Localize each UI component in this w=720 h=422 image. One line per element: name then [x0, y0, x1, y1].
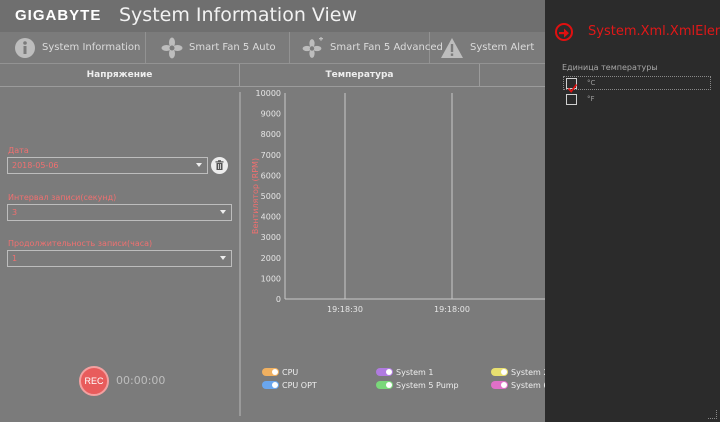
- legend-item-cpu-opt[interactable]: CPU OPT: [262, 380, 317, 390]
- fan-speed-chart: 1000090008000700060005000400030002000100…: [251, 89, 545, 314]
- date-value: 2018-05-06: [12, 161, 59, 170]
- info-icon: [15, 37, 35, 58]
- fahrenheit-label: °F: [587, 95, 595, 103]
- warning-icon: [441, 37, 463, 58]
- y-axis-label: Вентилятор (RPM): [251, 158, 260, 234]
- interval-label: Интервал записи(секунд): [8, 193, 117, 202]
- chevron-down-icon: [220, 210, 226, 214]
- y-tick-label: 2000: [261, 254, 281, 263]
- toggle-switch: [376, 368, 393, 376]
- x-tick-label: 19:18:00: [434, 305, 470, 314]
- toggle-switch: [491, 368, 508, 376]
- y-tick-label: 8000: [261, 130, 281, 139]
- delete-button[interactable]: [211, 157, 228, 174]
- y-tick-label: 6000: [261, 171, 281, 180]
- y-tick-label: 5000: [261, 192, 281, 201]
- duration-label: Продолжительность записи(часа): [8, 239, 153, 248]
- record-timer: 00:00:00: [116, 374, 166, 387]
- tab-fan[interactable]: [480, 64, 545, 86]
- system-alert-label: System Alert: [470, 42, 535, 53]
- x-tick-label: 19:18:30: [327, 305, 363, 314]
- y-tick-label: 7000: [261, 151, 281, 160]
- legend-item-cpu[interactable]: CPU: [262, 367, 298, 377]
- legend-item-system-1[interactable]: System 1: [376, 367, 433, 377]
- toggle-switch: [376, 381, 393, 389]
- celsius-label: °C: [587, 79, 596, 87]
- legend-item-system-5-pump[interactable]: System 5 Pump: [376, 380, 459, 390]
- arrow-right-icon: [559, 28, 569, 38]
- interval-select[interactable]: 3: [7, 204, 232, 221]
- date-label: Дата: [8, 146, 29, 155]
- tab-temperature[interactable]: Температура: [240, 64, 480, 86]
- chevron-down-icon: [196, 163, 202, 167]
- chevron-down-icon: [220, 256, 226, 260]
- celsius-checkbox[interactable]: [566, 78, 578, 93]
- system-alert-button[interactable]: System Alert: [430, 32, 545, 63]
- legend-label: System 2: [511, 367, 549, 377]
- toggle-switch: [262, 368, 279, 376]
- settings-panel: System.Xml.XmlElement Единица температур…: [545, 0, 720, 422]
- legend-label: CPU: [282, 367, 299, 377]
- interval-value: 3: [12, 208, 18, 217]
- smart-fan-auto-label: Smart Fan 5 Auto: [189, 42, 276, 53]
- smart-fan-advanced-button[interactable]: Smart Fan 5 Advanced: [290, 32, 443, 63]
- trash-icon: [215, 160, 224, 170]
- gigabyte-logo: GIGABYTE: [15, 7, 102, 24]
- panel-divider: [239, 92, 241, 416]
- legend-label: CPU OPT: [282, 380, 317, 390]
- y-tick-label: 9000: [261, 110, 281, 119]
- toggle-switch: [262, 381, 279, 389]
- y-tick-label: 1000: [261, 274, 281, 283]
- y-tick-label: 3000: [261, 233, 281, 242]
- system-information-button[interactable]: System Information: [0, 32, 146, 63]
- app-title: System Information View: [119, 4, 358, 26]
- panel-title: System.Xml.XmlElement: [588, 24, 720, 39]
- fan-advanced-icon: [302, 36, 323, 58]
- fan-icon: [161, 37, 183, 58]
- tab-divider: [0, 86, 545, 87]
- fahrenheit-checkbox[interactable]: [566, 94, 577, 105]
- legend-label: System 5 Pump: [396, 380, 459, 390]
- smart-fan-advanced-label: Smart Fan 5 Advanced: [330, 42, 443, 53]
- toggle-switch: [491, 381, 508, 389]
- record-button[interactable]: REC: [79, 366, 109, 396]
- legend-item-system-6[interactable]: System 6: [491, 380, 548, 390]
- y-tick-label: 0: [276, 295, 281, 304]
- resize-grip[interactable]: [708, 410, 717, 419]
- y-tick-label: 4000: [261, 213, 281, 222]
- smart-fan-auto-button[interactable]: Smart Fan 5 Auto: [146, 32, 290, 63]
- duration-select[interactable]: 1: [7, 250, 232, 267]
- legend-label: System 1: [396, 367, 434, 377]
- temperature-unit-label: Единица температуры: [562, 63, 658, 72]
- system-information-label: System Information: [42, 42, 141, 53]
- tab-strip: Напряжение Температура: [0, 64, 545, 86]
- back-button[interactable]: [555, 23, 573, 41]
- main-toolbar: System Information Smart Fan 5 Auto Smar…: [0, 32, 545, 64]
- tab-voltage[interactable]: Напряжение: [0, 64, 240, 86]
- legend-label: System 6: [511, 380, 549, 390]
- checkmark-icon: [567, 83, 578, 93]
- y-tick-label: 10000: [256, 89, 281, 98]
- focus-outline: [563, 76, 711, 90]
- duration-value: 1: [12, 254, 18, 263]
- date-select[interactable]: 2018-05-06: [7, 157, 208, 174]
- legend-item-system-2[interactable]: System 2: [491, 367, 548, 377]
